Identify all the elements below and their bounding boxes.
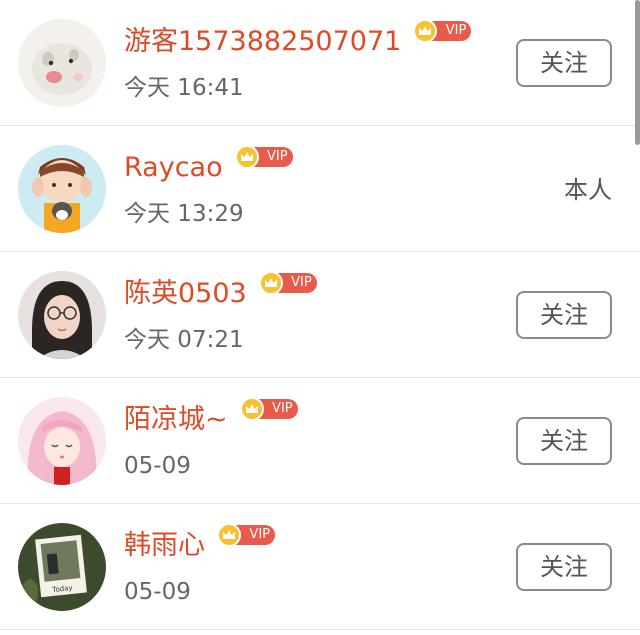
visit-time: 05-09 — [124, 579, 191, 605]
user-name[interactable]: 陈英0503 — [124, 274, 247, 314]
vip-badge: VIP — [234, 145, 293, 169]
name-line: Raycao VIP — [124, 145, 293, 188]
user-name[interactable]: 韩雨心 — [124, 526, 205, 566]
name-line: 陈英0503 VIP — [124, 271, 317, 314]
user-name[interactable]: 游客1573882507071 — [124, 22, 401, 62]
follow-button[interactable]: 关注 — [516, 39, 612, 87]
vip-badge: VIP — [217, 523, 275, 547]
list-item[interactable]: 陈英0503 VIP 今天 07:21 关注 — [0, 252, 640, 378]
visit-time: 今天 16:41 — [124, 75, 244, 101]
scrollbar[interactable] — [635, 0, 640, 145]
list-item[interactable]: Today 韩雨心 VIP 05-09 关注 — [0, 504, 640, 630]
girl-glasses-avatar[interactable] — [18, 271, 106, 359]
crown-icon — [217, 523, 241, 547]
user-name[interactable]: 陌凉城~ — [124, 400, 228, 440]
anime-girl-avatar[interactable] — [18, 397, 106, 485]
visit-time: 05-09 — [124, 453, 191, 479]
follow-button[interactable]: 关注 — [516, 417, 612, 465]
photo-avatar[interactable]: Today — [18, 523, 106, 611]
follow-button[interactable]: 关注 — [516, 291, 612, 339]
user-list: 游客1573882507071 VIP 今天 16:41 关注 Raycao V… — [0, 0, 640, 635]
self-tag: 本人 — [564, 176, 612, 204]
user-name[interactable]: Raycao — [124, 148, 223, 188]
visit-time: 今天 07:21 — [124, 327, 244, 353]
follow-button[interactable]: 关注 — [516, 543, 612, 591]
vip-badge: VIP — [413, 19, 472, 43]
crown-icon — [258, 271, 283, 295]
name-line: 韩雨心 VIP — [124, 523, 275, 566]
crown-icon — [239, 397, 264, 421]
list-item[interactable]: 游客1573882507071 VIP 今天 16:41 关注 — [0, 0, 640, 126]
hamster-avatar[interactable] — [18, 19, 106, 107]
visit-time: 今天 13:29 — [124, 201, 244, 227]
name-line: 陌凉城~ VIP — [124, 397, 298, 440]
list-item[interactable]: 陌凉城~ VIP 05-09 关注 — [0, 378, 640, 504]
list-item[interactable]: Raycao VIP 今天 13:29 本人 — [0, 126, 640, 252]
vip-badge: VIP — [239, 397, 298, 421]
cartoon-boy-avatar[interactable] — [18, 145, 106, 233]
name-line: 游客1573882507071 VIP — [124, 19, 472, 62]
crown-icon — [234, 145, 259, 169]
vip-badge: VIP — [258, 271, 317, 295]
